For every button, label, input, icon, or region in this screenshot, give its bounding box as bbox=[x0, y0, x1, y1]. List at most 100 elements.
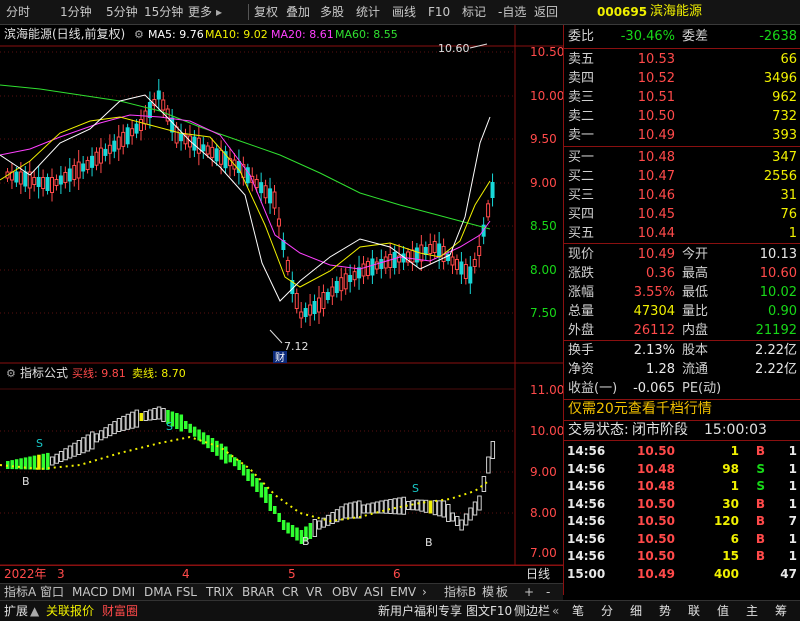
indicator-bar bbox=[273, 506, 277, 514]
indicator-bar bbox=[130, 411, 135, 429]
indicator-tick: 7.00 bbox=[530, 546, 557, 560]
wealth-circle-tab[interactable]: 财富圈 bbox=[102, 603, 138, 619]
expand-button[interactable]: 扩展 bbox=[4, 603, 28, 619]
related-quote-tab[interactable]: 关联报价 bbox=[46, 603, 94, 619]
stat-label: 外盘 bbox=[568, 323, 595, 338]
kline-svg[interactable]: 滨海能源(日线,前复权) ⚙ MA5: 9.76 MA10: 9.02 MA20… bbox=[0, 25, 564, 566]
candle bbox=[303, 308, 308, 317]
finance-badge-icon: 财 bbox=[275, 351, 285, 364]
stats-button[interactable]: 统计 bbox=[356, 3, 380, 21]
footer-tab[interactable]: 筹 bbox=[775, 603, 787, 619]
indicator-bar bbox=[219, 443, 224, 460]
candle bbox=[94, 151, 99, 166]
ask-level-label: 卖一 bbox=[568, 128, 595, 143]
overlay-button[interactable]: 叠加 bbox=[286, 3, 310, 21]
sidebar-collapse-icon[interactable]: « bbox=[552, 603, 559, 619]
footer-tab[interactable]: 值 bbox=[717, 603, 729, 619]
watchlist-button[interactable]: -自选 bbox=[498, 3, 526, 21]
promo-text[interactable]: 仅需20元查看千档行情 bbox=[568, 400, 712, 419]
tab-asi[interactable]: ASI bbox=[364, 585, 383, 600]
footer-tab[interactable]: 主 bbox=[746, 603, 758, 619]
footer-tab[interactable]: 笔 bbox=[572, 603, 584, 619]
tab-1min[interactable]: 1分钟 bbox=[60, 3, 92, 21]
tab-trix[interactable]: TRIX bbox=[206, 585, 233, 600]
tab-model[interactable]: 模 bbox=[482, 585, 494, 600]
candle bbox=[410, 249, 415, 263]
restore-right-button[interactable]: 复权 bbox=[254, 3, 278, 21]
candle bbox=[143, 110, 148, 125]
high-price-label: 10.60 bbox=[438, 42, 470, 55]
footer-tab[interactable]: 细 bbox=[630, 603, 642, 619]
weicha-value: -2638 bbox=[759, 29, 797, 44]
footer-tab[interactable]: 联 bbox=[688, 603, 700, 619]
candle bbox=[63, 172, 68, 183]
tab-indicator-a[interactable]: 指标A bbox=[4, 585, 36, 600]
tab-macd[interactable]: MACD bbox=[72, 585, 108, 600]
candle bbox=[490, 182, 495, 198]
stat-row: 涨幅 3.55% 最低 10.02 bbox=[564, 283, 800, 302]
ma10-label: MA10: 9.02 bbox=[205, 28, 268, 41]
tab-emv[interactable]: EMV bbox=[390, 585, 416, 600]
stock-code: 000695 bbox=[597, 5, 648, 19]
indicator-bar bbox=[37, 454, 41, 470]
tab-brar[interactable]: BRAR bbox=[242, 585, 275, 600]
tab-dmi[interactable]: DMI bbox=[112, 585, 135, 600]
footer-tab[interactable]: 势 bbox=[659, 603, 671, 619]
draw-line-button[interactable]: 画线 bbox=[392, 3, 416, 21]
candle bbox=[294, 293, 299, 309]
sidebar-toggle[interactable]: 侧边栏 bbox=[514, 603, 550, 619]
indicator-bar bbox=[85, 434, 91, 452]
tab-cr[interactable]: CR bbox=[282, 585, 299, 600]
stat-value: 3.55% bbox=[633, 285, 675, 300]
tab-15min[interactable]: 15分钟 bbox=[144, 3, 183, 21]
stat-value: 2.22亿 bbox=[755, 343, 797, 358]
month-label: 5 bbox=[288, 567, 296, 581]
mark-button[interactable]: 标记 bbox=[462, 3, 486, 21]
tick-count: 1 bbox=[788, 479, 797, 493]
indicator-bar bbox=[184, 421, 188, 429]
footer-tab[interactable]: 分 bbox=[601, 603, 613, 619]
stat-row: 现价 10.49 今开 10.13 bbox=[564, 245, 800, 264]
tab-fsl[interactable]: FSL bbox=[176, 585, 197, 600]
remove-pane-button[interactable]: - bbox=[546, 585, 550, 600]
indicator-bar bbox=[437, 500, 442, 517]
tab-intraday[interactable]: 分时 bbox=[6, 3, 30, 21]
month-label: 3 bbox=[57, 567, 65, 581]
multi-stock-button[interactable]: 多股 bbox=[320, 3, 344, 21]
candle bbox=[67, 168, 72, 182]
kline-chart-area[interactable]: 滨海能源(日线,前复权) ⚙ MA5: 9.76 MA10: 9.02 MA20… bbox=[0, 25, 564, 566]
more-arrow-icon[interactable]: ▸ bbox=[216, 3, 222, 21]
indicator-bar bbox=[290, 525, 295, 537]
ask-volume: 393 bbox=[772, 128, 797, 143]
tab-5min[interactable]: 5分钟 bbox=[106, 3, 138, 21]
ask-row: 卖三 10.51 962 bbox=[564, 88, 800, 107]
tab-vr[interactable]: VR bbox=[306, 585, 323, 600]
tick-time: 14:56 bbox=[567, 461, 606, 476]
expand-arrow-icon[interactable]: ▲ bbox=[30, 603, 39, 619]
tabs-scroll-right-icon[interactable]: › bbox=[422, 585, 427, 600]
candle bbox=[463, 264, 468, 279]
stat-value: -0.065 bbox=[633, 381, 675, 396]
indicator-bar bbox=[392, 498, 398, 515]
bid-volume: 2556 bbox=[763, 169, 797, 184]
f10-link[interactable]: 图文F10 bbox=[466, 603, 512, 619]
indicator-tick: 11.00 bbox=[530, 383, 563, 397]
stat-label: 量比 bbox=[682, 304, 709, 319]
tab-more[interactable]: 更多 bbox=[188, 3, 212, 21]
tab-window[interactable]: 窗口 bbox=[40, 585, 64, 600]
new-user-promo-link[interactable]: 新用户福利专享 bbox=[378, 603, 462, 619]
tick-flag: B bbox=[755, 514, 765, 528]
candle bbox=[352, 271, 357, 281]
add-pane-button[interactable]: + bbox=[524, 585, 534, 600]
promo-row[interactable]: 仅需20元查看千档行情 bbox=[564, 400, 800, 419]
tab-indicator-b[interactable]: 指标B bbox=[444, 585, 476, 600]
back-button[interactable]: 返回 bbox=[534, 3, 558, 21]
indicator-bar bbox=[161, 408, 166, 422]
tab-dma[interactable]: DMA bbox=[144, 585, 172, 600]
candle bbox=[272, 191, 277, 209]
f10-button[interactable]: F10 bbox=[428, 3, 450, 21]
tab-obv[interactable]: OBV bbox=[332, 585, 358, 600]
candle bbox=[361, 263, 366, 277]
tab-board[interactable]: 板 bbox=[496, 585, 508, 600]
quote-panel: 委比 -30.46% 委差 -2638 卖五 10.53 66 卖四 10.52 3496… bbox=[563, 25, 800, 595]
